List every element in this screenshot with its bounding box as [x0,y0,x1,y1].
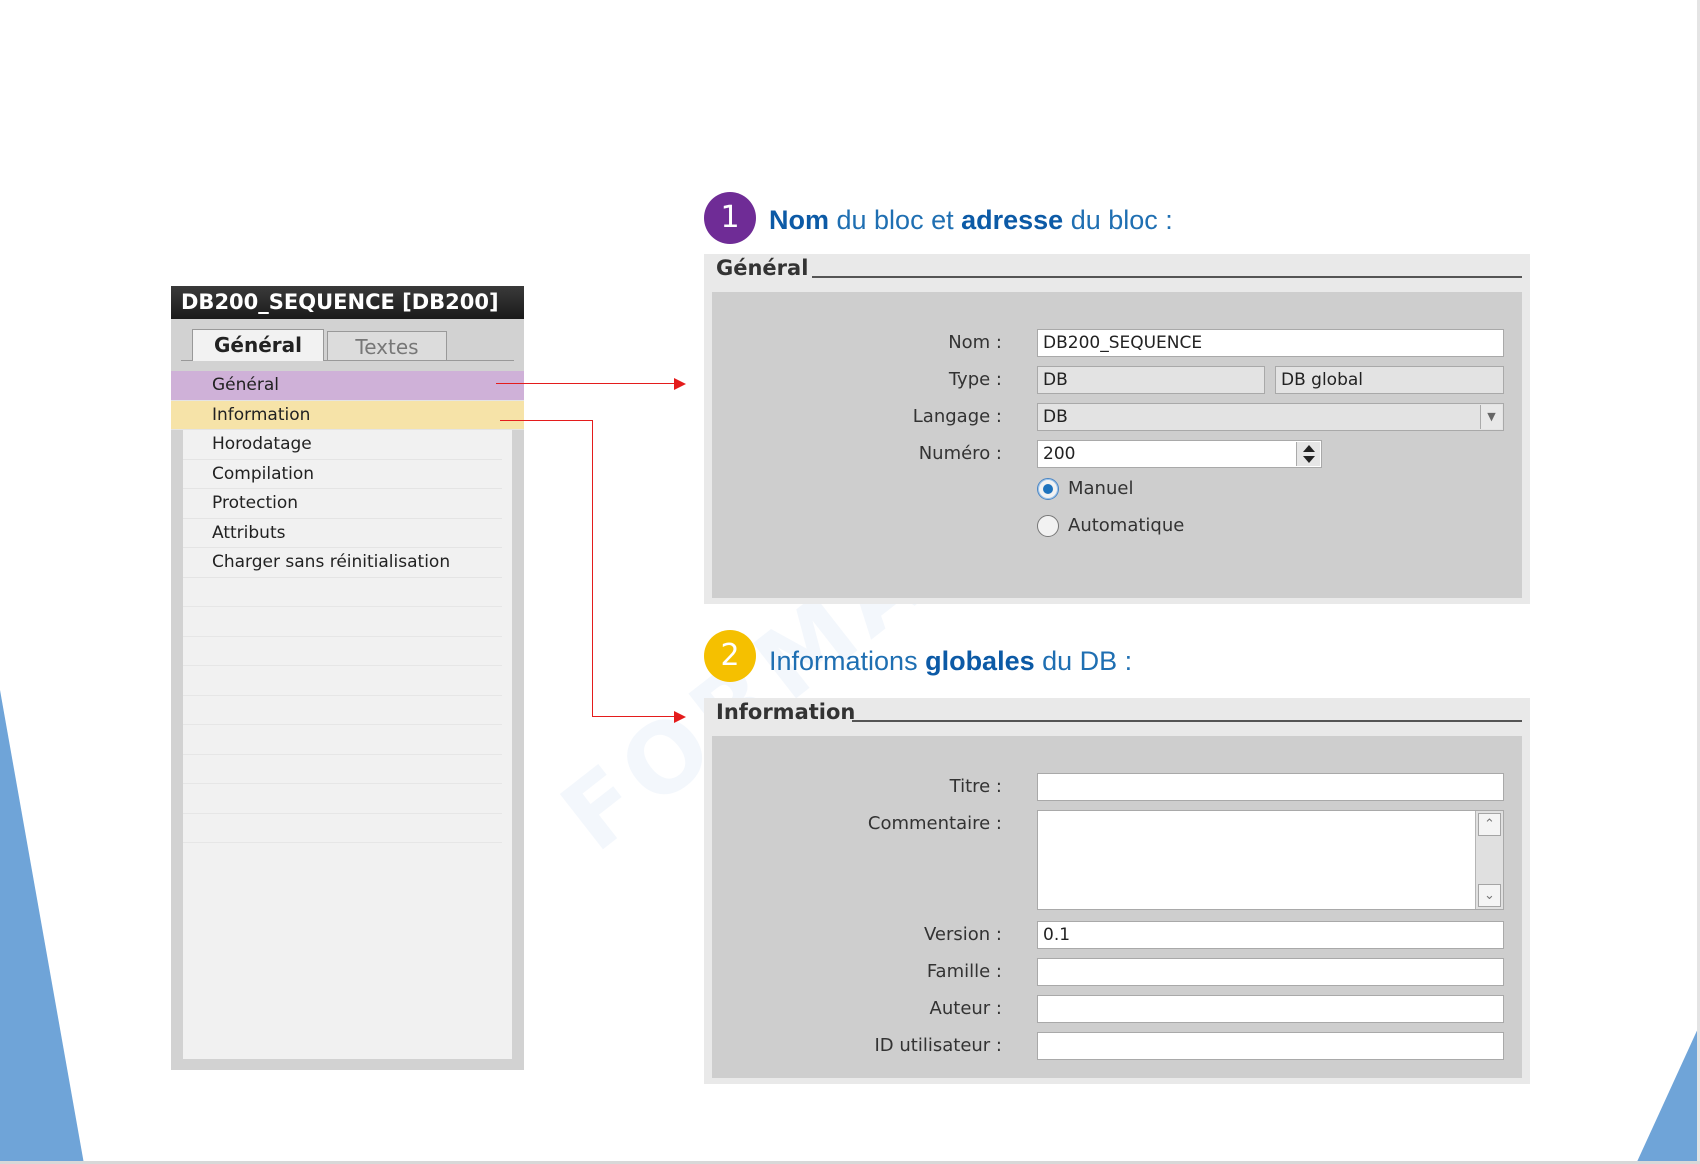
connector-information-arrow-icon [674,711,686,723]
scroll-up-icon[interactable]: ⌃ [1478,813,1501,836]
empty-row [183,725,502,755]
nav-tab-bar: Général Textes [171,319,524,361]
empty-row [183,666,502,696]
information-form: Titre : Commentaire : ⌃ ⌄ Version : 0.1 … [712,736,1522,1078]
slide-corner-right [1636,1024,1700,1164]
radio-manual-label: Manuel [1068,478,1134,499]
radio-automatic-label: Automatique [1068,515,1185,536]
heading-keyword-global: globales [925,646,1035,676]
nav-list: Général Information Horodatage Compilati… [171,371,524,1059]
nav-item-load-without-reinit[interactable]: Charger sans réinitialisation [183,548,502,578]
language-select[interactable]: DB ▼ [1037,403,1504,431]
section1-heading: Nom du bloc et adresse du bloc : [769,205,1173,236]
heading-text: Informations [769,646,926,676]
label-comment: Commentaire : [867,813,1002,834]
label-author: Auteur : [929,998,1002,1019]
heading-keyword-name: Nom [769,205,829,235]
label-type: Type : [948,369,1002,390]
author-field[interactable] [1037,995,1504,1023]
nav-item-general[interactable]: Général [171,371,524,401]
chevron-down-icon[interactable]: ▼ [1480,405,1502,429]
panel-title-general: Général [716,256,809,280]
heading-text: du bloc : [1063,205,1173,235]
label-version: Version : [924,924,1002,945]
empty-row [183,755,502,784]
nav-item-information[interactable]: Information [171,400,524,430]
scroll-down-icon[interactable]: ⌄ [1478,884,1501,907]
nav-item-timestamps[interactable]: Horodatage [183,430,502,460]
comment-textarea[interactable]: ⌃ ⌄ [1037,810,1504,910]
empty-row [183,578,502,607]
number-stepper[interactable]: 200 [1037,440,1322,468]
connector-general-line [496,383,674,384]
empty-row [183,637,502,666]
language-select-value: DB [1043,407,1068,427]
label-user-id: ID utilisateur : [874,1035,1003,1056]
type-field: DB [1037,366,1265,394]
empty-row [183,784,502,814]
spin-buttons[interactable] [1296,442,1320,466]
panel-title-rule [852,720,1522,722]
heading-keyword-address: adresse [961,205,1064,235]
family-field[interactable] [1037,958,1504,986]
general-properties-panel: Général Nom : DB200_SEQUENCE Type : DB D… [704,254,1530,604]
title-field[interactable] [1037,773,1504,801]
tab-general[interactable]: Général [192,329,324,361]
user-id-field[interactable] [1037,1032,1504,1060]
step-badge-2: 2 [704,630,756,682]
spin-up-icon[interactable] [1303,445,1315,452]
panel-title-information: Information [716,700,856,724]
connector-general-arrow-icon [674,378,686,390]
heading-text: du bloc et [829,205,962,235]
number-value: 200 [1043,444,1076,464]
slide-corner-left [0,690,84,1164]
label-language: Langage : [912,406,1002,427]
block-title: DB200_SEQUENCE [DB200] [171,286,524,319]
label-family: Famille : [926,961,1002,982]
nav-item-compilation[interactable]: Compilation [183,460,502,489]
label-name: Nom : [948,332,1002,353]
version-field[interactable]: 0.1 [1037,921,1504,949]
properties-navigation-panel: DB200_SEQUENCE [DB200] Général Textes Gé… [171,286,524,1070]
radio-automatic[interactable] [1037,515,1059,537]
information-properties-panel: Information Titre : Commentaire : ⌃ ⌄ Ve… [704,698,1530,1084]
nav-item-protection[interactable]: Protection [183,489,502,519]
general-form: Nom : DB200_SEQUENCE Type : DB DB global… [712,292,1522,598]
empty-row [183,814,502,843]
type-description-field: DB global [1275,366,1504,394]
radio-manual[interactable] [1037,478,1059,500]
comment-scrollbar[interactable]: ⌃ ⌄ [1475,811,1503,909]
connector-information-line-h2 [592,716,674,717]
spin-down-icon[interactable] [1303,456,1315,463]
connector-information-line-v [592,420,593,717]
heading-text: du DB : [1034,646,1133,676]
empty-row [183,696,502,725]
step-badge-1: 1 [704,192,756,244]
section2-heading: Informations globales du DB : [769,646,1132,677]
label-number: Numéro : [918,443,1002,464]
tab-texts[interactable]: Textes [327,331,447,361]
empty-row [183,607,502,637]
label-title: Titre : [949,776,1002,797]
panel-title-rule [812,276,1522,278]
name-field[interactable]: DB200_SEQUENCE [1037,329,1504,357]
connector-information-line-h1 [500,420,593,421]
nav-item-attributes[interactable]: Attributs [183,519,502,548]
